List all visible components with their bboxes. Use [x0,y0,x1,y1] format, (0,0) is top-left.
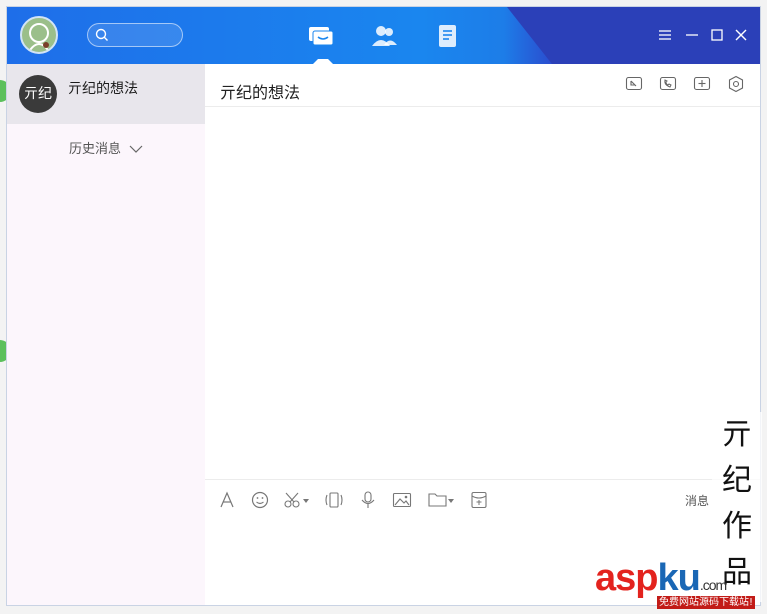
message-record-link[interactable]: 消息 [685,492,709,509]
logo-com: .com [699,577,727,593]
apps-icon[interactable] [433,21,463,51]
settings-icon[interactable] [727,75,745,93]
history-label: 历史消息 [69,142,122,157]
contact-name: 亓纪的想法 [68,81,138,97]
watermark-char: 纪 [722,463,752,498]
chevron-down-icon [129,145,143,153]
red-packet-icon[interactable] [468,490,490,510]
voice-icon[interactable] [357,490,379,510]
conversation-item[interactable]: 亓纪 亓纪的想法 [7,64,205,124]
file-icon[interactable] [427,490,455,510]
screenshot-icon[interactable] [283,490,311,510]
menu-icon[interactable] [657,27,673,43]
search-icon [95,28,108,41]
contact-avatar: 亓纪 [19,75,57,113]
conversation-list: 亓纪 亓纪的想法 历史消息 [7,64,205,605]
voice-call-icon[interactable] [659,75,677,93]
message-area [205,107,760,479]
toolbar-divider [205,479,760,480]
logo-ku: ku [657,557,700,599]
maximize-icon[interactable] [709,27,725,43]
logo-asp: asp [595,557,658,599]
shake-icon[interactable] [323,490,345,510]
font-icon[interactable] [217,490,239,510]
history-messages-toggle[interactable]: 历史消息 [69,138,143,157]
message-icon[interactable] [305,21,335,51]
search-box[interactable] [87,23,183,47]
watermark-subtitle: 免费网站源码下载站! [657,596,756,609]
close-icon[interactable] [733,27,749,43]
user-avatar[interactable] [20,16,58,54]
screen-share-icon[interactable] [625,75,643,93]
emoji-icon[interactable] [250,490,272,510]
watermark-char: 作 [722,509,752,544]
chat-title: 亓纪的想法 [220,83,301,102]
minimize-icon[interactable] [684,27,700,43]
watermark-char: 亓 [722,417,752,452]
contacts-icon[interactable] [369,21,399,51]
image-icon[interactable] [391,490,413,510]
add-member-icon[interactable] [693,75,711,93]
chat-window: 亓纪 亓纪的想法 历史消息 亓纪的想法 消息 [6,6,761,606]
chat-panel: 亓纪的想法 消息 [205,64,760,605]
avatar-head-icon [29,23,49,51]
title-bar [7,7,760,64]
